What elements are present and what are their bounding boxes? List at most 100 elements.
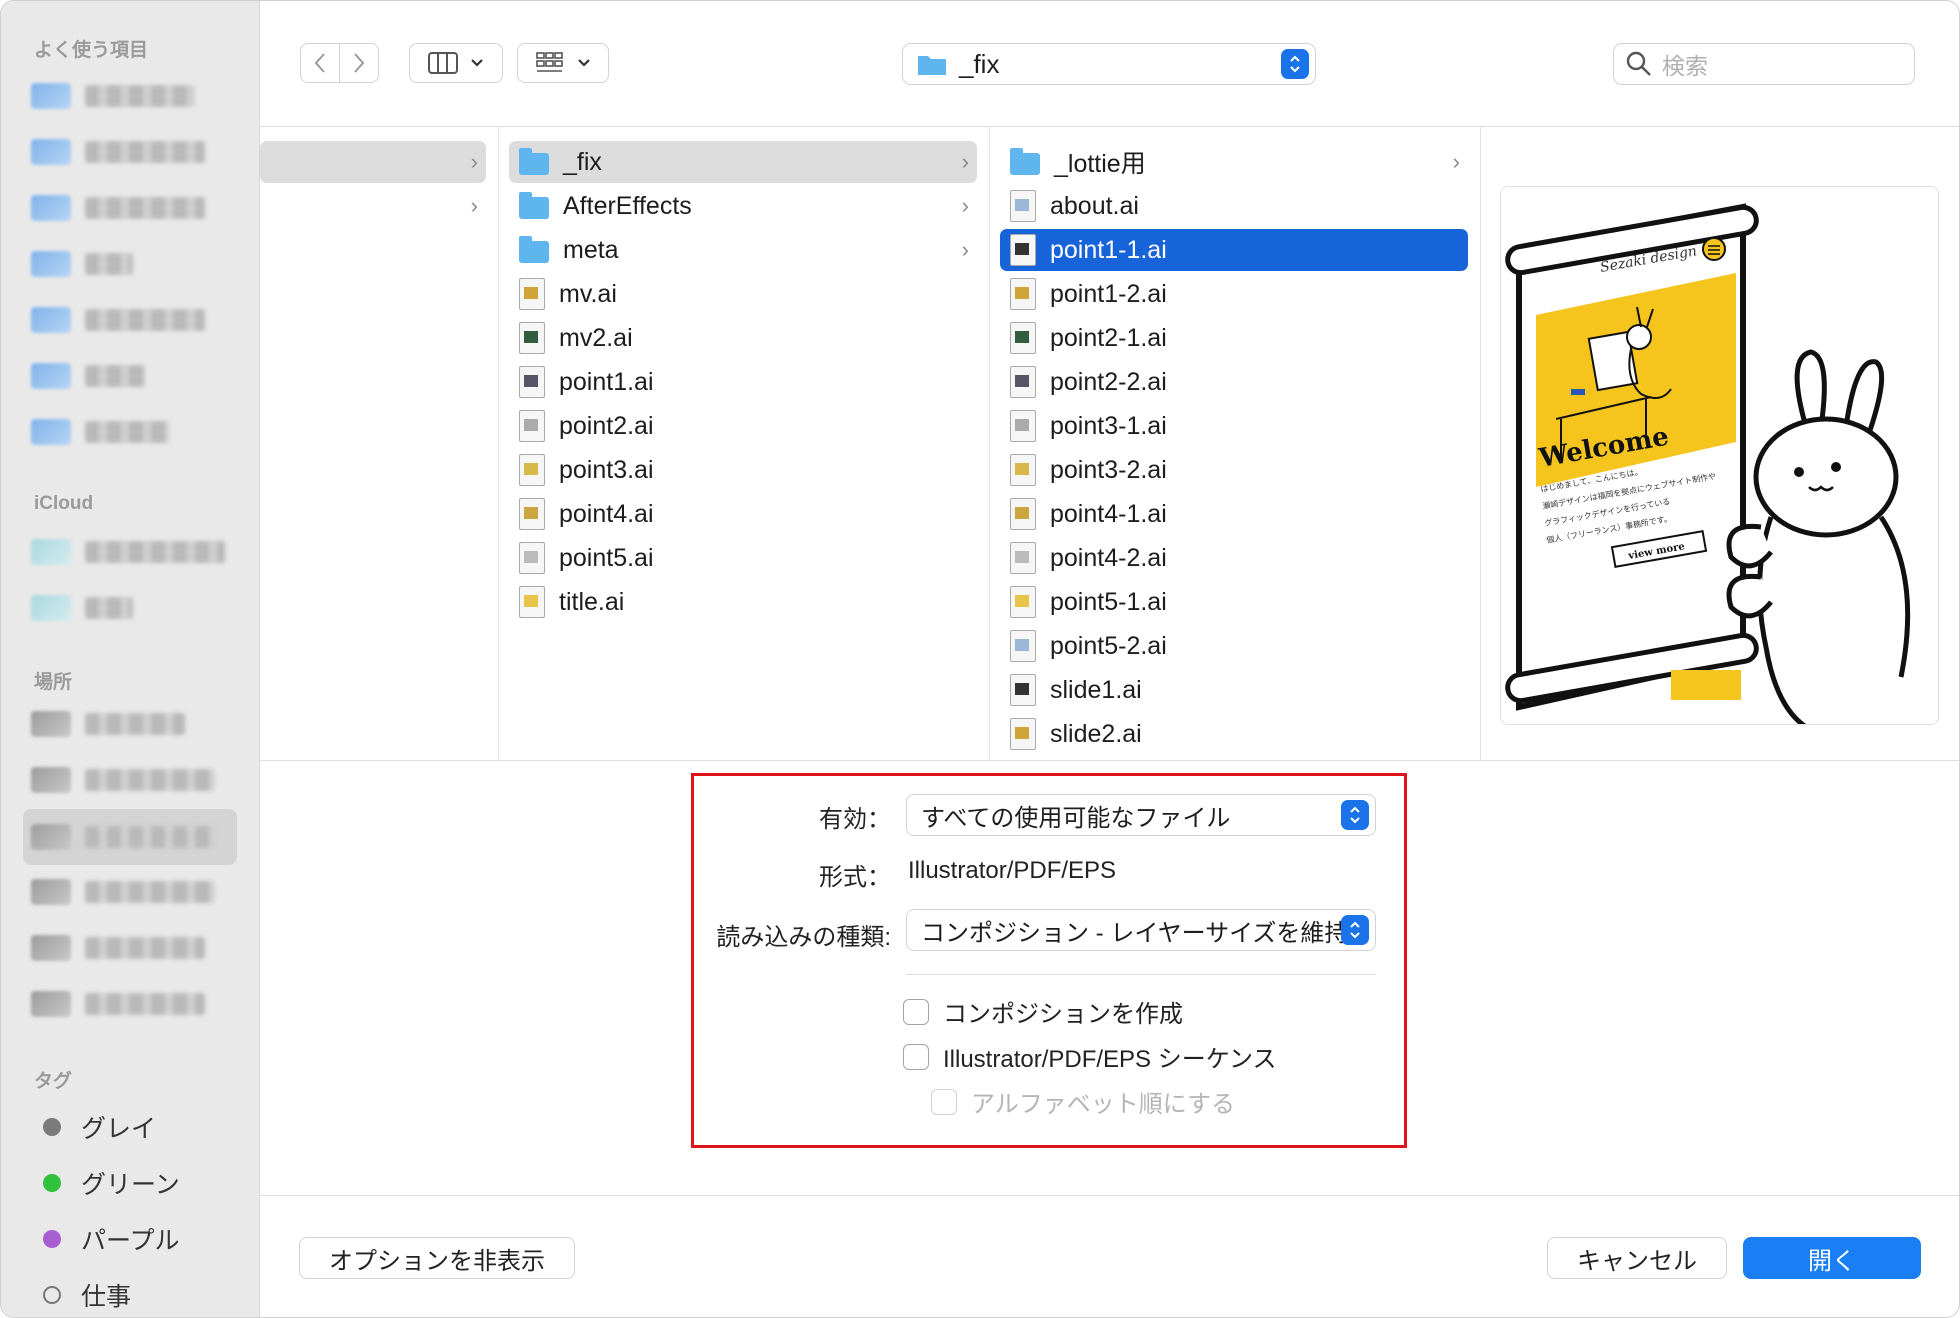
sidebar-item-blurred[interactable] xyxy=(31,417,169,447)
file-item[interactable]: point5-1.ai xyxy=(1000,581,1468,623)
folder-item[interactable]: _fix › xyxy=(509,141,977,183)
checkbox-icon xyxy=(903,1043,929,1070)
folder-item[interactable]: meta › xyxy=(509,229,977,271)
tag-dot-icon xyxy=(43,1230,61,1248)
file-item[interactable]: point2-1.ai xyxy=(1000,317,1468,359)
enable-popup[interactable]: すべての使用可能なファイル xyxy=(906,794,1376,836)
view-mode-button[interactable] xyxy=(409,43,503,83)
item-label: _lottie用 xyxy=(1054,150,1146,178)
search-field[interactable]: 検索 xyxy=(1613,43,1915,85)
sidebar-item-blurred[interactable] xyxy=(31,81,195,111)
locations-header: 場所 xyxy=(34,672,73,693)
alphabetical-checkbox: アルファベット順にする xyxy=(931,1084,1235,1119)
tag-purple[interactable]: パープル xyxy=(43,1221,180,1257)
chevron-right-icon xyxy=(354,53,365,73)
file-item[interactable]: point4-2.ai xyxy=(1000,537,1468,579)
tag-gray[interactable]: グレイ xyxy=(43,1109,156,1145)
file-item[interactable]: title.ai xyxy=(509,581,977,623)
import-type-popup[interactable]: コンポジション - レイヤーサイズを維持 xyxy=(906,909,1376,951)
path-popup[interactable]: _fix xyxy=(902,43,1316,85)
popup-stepper-icon xyxy=(1281,49,1309,79)
ai-file-icon xyxy=(1010,498,1036,530)
file-item[interactable]: point2-2.ai xyxy=(1000,361,1468,403)
ai-file-icon xyxy=(1010,366,1036,398)
sidebar-item-blurred[interactable] xyxy=(31,709,185,739)
cancel-button[interactable]: キャンセル xyxy=(1547,1237,1727,1279)
folder-item[interactable]: AfterEffects › xyxy=(509,185,977,227)
ai-file-icon xyxy=(519,278,545,310)
file-item[interactable]: about.ai xyxy=(1000,185,1468,227)
item-label: point1.ai xyxy=(559,367,654,396)
ai-file-icon xyxy=(519,542,545,574)
grid-icon xyxy=(536,52,563,72)
chevron-down-icon xyxy=(578,59,590,67)
back-button[interactable] xyxy=(300,43,340,83)
file-item[interactable]: slide1.ai xyxy=(1000,669,1468,711)
folder-item[interactable]: _lottie用 › xyxy=(1000,141,1468,183)
file-item[interactable]: point3-1.ai xyxy=(1000,405,1468,447)
sidebar-item-blurred[interactable] xyxy=(31,537,225,567)
file-item[interactable]: point4.ai xyxy=(509,493,977,535)
create-composition-checkbox[interactable]: コンポジションを作成 xyxy=(903,994,1183,1029)
list-item[interactable]: › xyxy=(260,141,486,183)
sequence-checkbox[interactable]: Illustrator/PDF/EPS シーケンス xyxy=(903,1039,1277,1074)
file-item[interactable]: point1.ai xyxy=(509,361,977,403)
file-item[interactable]: point3-2.ai xyxy=(1000,449,1468,491)
sidebar-item-blurred[interactable] xyxy=(31,765,215,795)
chevron-right-icon: › xyxy=(470,193,478,218)
sidebar-item-blurred[interactable] xyxy=(31,249,133,279)
sidebar-item-blurred[interactable] xyxy=(31,877,215,907)
folder-icon xyxy=(519,192,549,219)
file-item[interactable]: point3.ai xyxy=(509,449,977,491)
open-button[interactable]: 開く xyxy=(1743,1237,1921,1279)
item-label: point2-1.ai xyxy=(1050,323,1167,352)
ai-file-icon xyxy=(519,410,545,442)
file-item[interactable]: mv2.ai xyxy=(509,317,977,359)
chevron-right-icon: › xyxy=(961,193,969,218)
forward-button[interactable] xyxy=(339,43,379,83)
sidebar-item-blurred[interactable] xyxy=(31,933,205,963)
file-item[interactable]: point4-1.ai xyxy=(1000,493,1468,535)
sidebar-item-blurred[interactable] xyxy=(31,137,205,167)
preview-illustration: Welcome Sezaki design はじめまして、こんにちは。 瀬崎デザ… xyxy=(1505,203,1911,724)
file-item[interactable]: point1-1.ai xyxy=(1000,229,1468,271)
ai-file-icon xyxy=(519,454,545,486)
options-divider xyxy=(906,974,1376,975)
item-label: point5.ai xyxy=(559,543,654,572)
folder-icon xyxy=(918,56,946,75)
column-view-icon xyxy=(428,52,458,74)
file-preview: Welcome Sezaki design はじめまして、こんにちは。 瀬崎デザ… xyxy=(1500,186,1939,725)
file-item[interactable]: point5.ai xyxy=(509,537,977,579)
item-label: point1-1.ai xyxy=(1050,235,1167,264)
sidebar-item-blurred[interactable] xyxy=(31,361,145,391)
item-label: point5-1.ai xyxy=(1050,587,1167,616)
sidebar: よく使う項目 iCloud 場所 タグ グレイ グリーン パープル 仕事 xyxy=(1,1,260,1317)
list-item[interactable]: › xyxy=(260,185,486,227)
sidebar-item-blurred[interactable] xyxy=(31,822,215,852)
group-button[interactable] xyxy=(517,43,609,83)
file-item[interactable]: slide2.ai xyxy=(1000,713,1468,755)
file-item[interactable]: point2.ai xyxy=(509,405,977,447)
file-item[interactable]: mv.ai xyxy=(509,273,977,315)
popup-stepper-icon xyxy=(1341,915,1369,945)
ai-file-icon xyxy=(1010,190,1036,222)
sidebar-item-blurred[interactable] xyxy=(31,305,205,335)
import-type-value: コンポジション - レイヤーサイズを維持 xyxy=(921,919,1349,947)
item-label: point3.ai xyxy=(559,455,654,484)
favorites-header: よく使う項目 xyxy=(34,40,149,61)
hide-options-button[interactable]: オプションを非表示 xyxy=(299,1237,575,1279)
format-label: 形式： xyxy=(819,864,891,891)
sidebar-item-blurred[interactable] xyxy=(31,989,205,1019)
file-item[interactable]: point5-2.ai xyxy=(1000,625,1468,667)
open-file-dialog: よく使う項目 iCloud 場所 タグ グレイ グリーン パープル 仕事 _fi… xyxy=(0,0,1960,1318)
sidebar-item-blurred[interactable] xyxy=(31,593,133,623)
toolbar: _fix 検索 xyxy=(260,1,1959,127)
tag-work[interactable]: 仕事 xyxy=(43,1277,131,1313)
sidebar-item-blurred[interactable] xyxy=(31,193,205,223)
item-label: point1-2.ai xyxy=(1050,279,1167,308)
item-label: mv.ai xyxy=(559,279,617,308)
tag-green[interactable]: グリーン xyxy=(43,1165,180,1201)
file-item[interactable]: point1-2.ai xyxy=(1000,273,1468,315)
item-label: point4-2.ai xyxy=(1050,543,1167,572)
item-label: meta xyxy=(563,235,619,264)
